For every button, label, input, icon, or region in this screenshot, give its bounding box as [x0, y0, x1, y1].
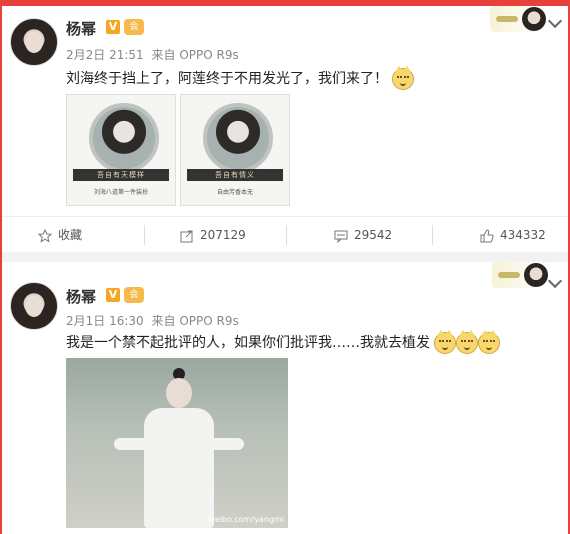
image-banner: 吾自有天模样 [73, 169, 169, 181]
post-meta: 2月1日 16:30 来自 OPPO R9s [66, 312, 243, 329]
image-caption: 自由芳香本无 [216, 189, 253, 196]
repost-icon [180, 230, 193, 242]
post-timestamp[interactable]: 2月2日 21:51 [66, 48, 144, 62]
post-text-body: 刘海终于挡上了，阿莲终于不用发光了，我们来了！ [66, 71, 388, 87]
post-source: 来自 OPPO R9s [151, 314, 239, 328]
post-text: 我是一个禁不起批评的人，如果你们批评我……我就去植发 [66, 330, 501, 354]
doge-emoji-icon [392, 66, 415, 90]
repost-count: 207129 [200, 228, 246, 242]
image-caption: 刘海八道第一件装扮 [93, 189, 148, 196]
verified-badge: V [106, 20, 120, 34]
author-name[interactable]: 杨幂 [66, 286, 96, 307]
weibo-post: 杨幂 V 会 2月1日 16:30 来自 OPPO R9s 我是一个禁不起批评的… [2, 262, 568, 534]
comment-count: 29542 [354, 228, 393, 242]
like-icon [480, 228, 494, 242]
like-count: 434332 [500, 228, 546, 242]
author-name[interactable]: 杨幂 [66, 18, 96, 39]
post-image-1[interactable]: 吾自有天模样 刘海八道第一件装扮 [66, 94, 176, 206]
image-banner: 吾自有情义 [187, 169, 283, 181]
decoration-card [490, 6, 550, 32]
weibo-post: 杨幂 V 会 2月2日 21:51 来自 OPPO R9s 刘海终于挡上了，阿莲… [2, 6, 568, 252]
favorite-button[interactable]: 收藏 [38, 217, 82, 253]
action-divider [286, 225, 287, 245]
post-timestamp[interactable]: 2月1日 16:30 [66, 314, 144, 328]
post-source: 来自 OPPO R9s [151, 48, 239, 62]
photo-watermark: weibo.com/yangmi [208, 515, 284, 524]
action-bar: 收藏 207129 29542 434332 [2, 216, 568, 253]
verified-badge: V [106, 288, 120, 302]
member-icon: 会 [124, 287, 144, 303]
repost-button[interactable]: 207129 [180, 217, 246, 253]
post-photo[interactable]: weibo.com/yangmi [66, 358, 288, 528]
doge-emoji-icon [456, 330, 479, 354]
post-meta: 2月2日 21:51 来自 OPPO R9s [66, 46, 243, 63]
decoration-card [492, 262, 552, 288]
doge-emoji-icon [434, 330, 457, 354]
avatar[interactable] [10, 282, 58, 330]
comment-icon [334, 230, 348, 243]
comment-button[interactable]: 29542 [334, 217, 392, 253]
doge-emoji-icon [478, 330, 501, 354]
action-divider [144, 225, 145, 245]
post-image-2[interactable]: 吾自有情义 自由芳香本无 [180, 94, 290, 206]
action-divider [432, 225, 433, 245]
post-text: 刘海终于挡上了，阿莲终于不用发光了，我们来了！ [66, 66, 415, 90]
avatar[interactable] [10, 18, 58, 66]
member-icon: 会 [124, 19, 144, 35]
favorite-label: 收藏 [58, 228, 83, 242]
star-icon [38, 228, 52, 243]
chevron-down-icon[interactable] [547, 13, 563, 29]
post-text-body: 我是一个禁不起批评的人，如果你们批评我……我就去植发 [66, 335, 430, 351]
like-button[interactable]: 434332 [480, 217, 546, 253]
